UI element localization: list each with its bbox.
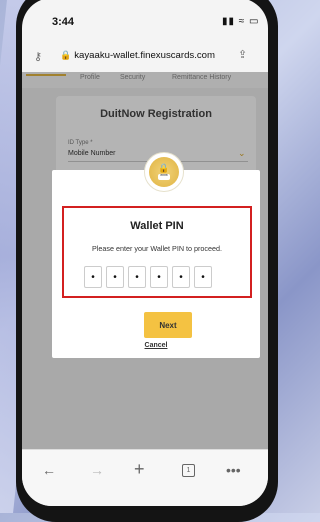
pin-digit-1[interactable]: • — [84, 266, 102, 288]
dialog-title: Wallet PIN — [130, 220, 184, 232]
lock-icon: 🔒 — [60, 50, 72, 60]
back-arrow-icon[interactable]: ← — [42, 462, 56, 478]
dialog-description: Please enter your Wallet PIN to proceed. — [92, 244, 222, 253]
pin-highlight-box: Wallet PIN Please enter your Wallet PIN … — [62, 206, 252, 298]
new-tab-plus-icon[interactable]: + — [134, 459, 145, 480]
pin-lock-badge: 🔒 **** — [144, 152, 184, 192]
forward-arrow-icon[interactable]: → — [90, 462, 104, 478]
pin-digit-6[interactable]: • — [194, 266, 212, 288]
status-bar: 3:44 ▮▮ ≈ ▭ — [22, 0, 268, 38]
pin-digit-3[interactable]: • — [128, 266, 146, 288]
signal-wifi-battery-icons: ▮▮ ≈ ▭ — [222, 16, 260, 27]
url-bar[interactable]: ⚷ 🔒 kayaaku-wallet.finexuscards.com ⇪ — [22, 42, 268, 70]
wallet-pin-dialog: 🔒 **** Wallet PIN Please enter your Wall… — [52, 152, 260, 358]
padlock-icon: 🔒 — [158, 163, 170, 173]
pin-digit-2[interactable]: • — [106, 266, 124, 288]
share-icon[interactable]: ⇪ — [238, 48, 247, 61]
tabs-count-button[interactable]: 1 — [182, 464, 195, 477]
browser-toolbar: ← → + 1 ••• — [22, 449, 268, 506]
pin-digit-4[interactable]: • — [150, 266, 168, 288]
pin-dots-icon: **** — [158, 174, 170, 180]
address-field[interactable]: 🔒 kayaaku-wallet.finexuscards.com — [60, 50, 215, 61]
next-button[interactable]: Next — [144, 312, 192, 338]
status-time: 3:44 — [52, 16, 75, 28]
more-options-icon[interactable]: ••• — [226, 462, 241, 478]
cancel-link[interactable]: Cancel — [52, 342, 260, 349]
pin-digit-5[interactable]: • — [172, 266, 190, 288]
url-text: kayaaku-wallet.finexuscards.com — [74, 50, 215, 61]
key-icon[interactable]: ⚷ — [34, 50, 42, 63]
pin-lock-icon: 🔒 **** — [149, 157, 179, 187]
pin-input-group: • • • • • • — [84, 266, 216, 288]
phone-screen: 3:44 ▮▮ ≈ ▭ ⚷ 🔒 kayaaku-wallet.finexuscar… — [22, 0, 268, 506]
